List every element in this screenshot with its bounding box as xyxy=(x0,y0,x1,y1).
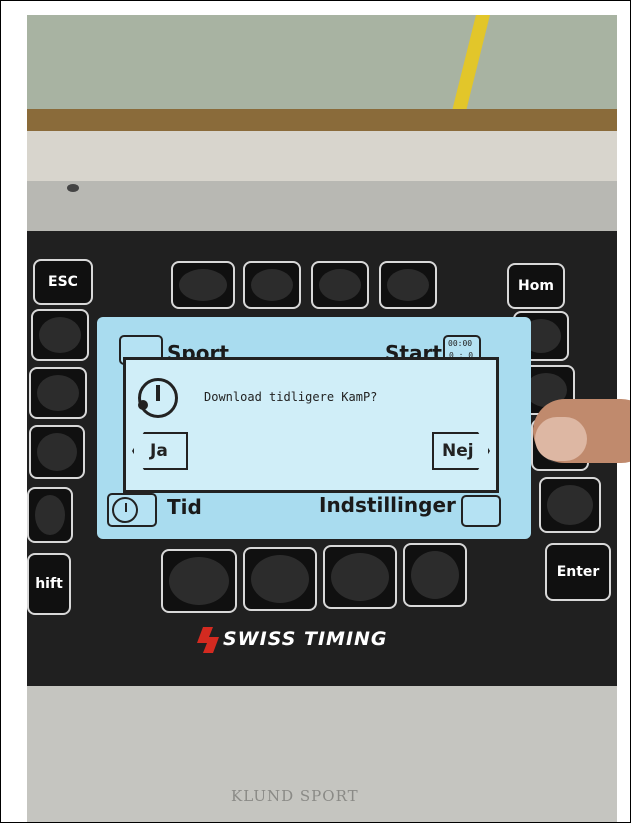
dialog-message: Download tidligere KamP? xyxy=(204,390,378,404)
top-key-4[interactable] xyxy=(379,261,437,309)
top-key-2[interactable] xyxy=(243,261,301,309)
sticker-text: KLUND SPORT xyxy=(231,787,359,805)
panel-top-edge xyxy=(27,181,617,231)
fingernail xyxy=(535,417,587,461)
clock-icon xyxy=(107,493,157,527)
gym-floor xyxy=(27,15,617,123)
esc-key-label: ESC xyxy=(48,274,78,290)
home-key-label: Hom xyxy=(518,278,554,294)
shift-key-label: hift xyxy=(35,576,63,592)
bottom-key-3[interactable] xyxy=(323,545,397,609)
bottom-key-2[interactable] xyxy=(243,547,317,611)
settings-icon xyxy=(461,495,501,527)
warning-dot xyxy=(138,400,148,410)
warning-icon xyxy=(138,378,178,418)
esc-key[interactable]: ESC xyxy=(33,259,93,305)
shift-key[interactable]: hift xyxy=(27,553,71,615)
left-key-3[interactable] xyxy=(29,425,85,479)
device-photo: KLUND SPORT ESC hift Hom Enter Sport Sta… xyxy=(0,0,631,823)
settings-label: Indstillinger xyxy=(319,493,456,517)
left-key-1[interactable] xyxy=(31,309,89,361)
top-key-1[interactable] xyxy=(171,261,235,309)
swiss-timing-logo-icon xyxy=(197,627,219,653)
table-surface xyxy=(27,131,617,187)
left-key-4[interactable] xyxy=(27,487,73,543)
left-key-2[interactable] xyxy=(29,367,87,419)
bottom-key-1[interactable] xyxy=(161,549,237,613)
home-key[interactable]: Hom xyxy=(507,263,565,309)
tid-label: Tid xyxy=(167,495,202,519)
screw xyxy=(67,184,79,192)
bottom-key-4[interactable] xyxy=(403,543,467,607)
no-button[interactable]: Nej xyxy=(432,432,490,470)
top-key-3[interactable] xyxy=(311,261,369,309)
enter-key[interactable]: Enter xyxy=(545,543,611,601)
enter-key-label: Enter xyxy=(556,564,600,580)
brand-logo-text: SWISS TIMING xyxy=(223,628,388,650)
confirm-dialog: Download tidligere KamP? Ja Nej xyxy=(123,357,499,493)
lcd-screen: Sport Start 00:00 0 : 0 Download tidlige… xyxy=(97,317,531,539)
yes-button[interactable]: Ja xyxy=(132,432,188,470)
scoreboard-digits: 00:00 xyxy=(448,339,473,348)
right-key-4[interactable] xyxy=(539,477,601,533)
